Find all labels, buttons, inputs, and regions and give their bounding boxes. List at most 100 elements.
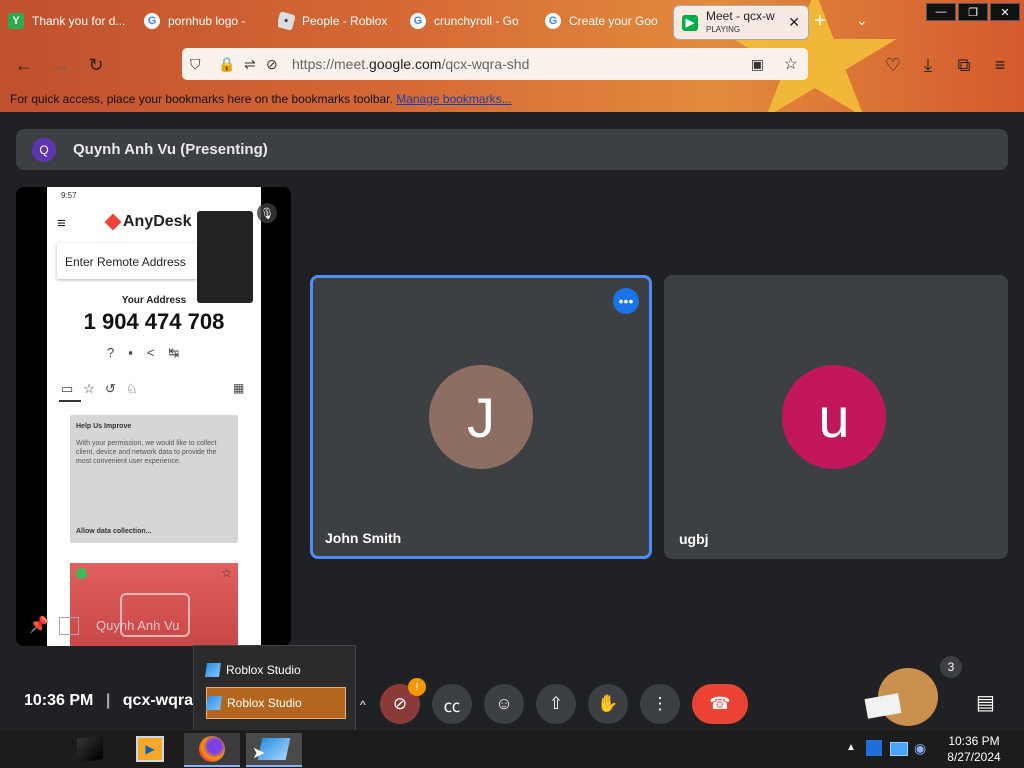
leave-call-button[interactable]: ☎ xyxy=(692,684,748,724)
reactions-button[interactable]: ☺ xyxy=(484,684,524,724)
meeting-code: qcx-wqra- xyxy=(122,692,199,709)
reload-icon[interactable]: ↻ xyxy=(85,54,107,76)
present-screen-icon: ⇧ xyxy=(548,694,564,713)
clock-time: 10:36 PM xyxy=(948,734,1000,748)
presenter-label: Quynh Anh Vu (Presenting) xyxy=(73,141,268,158)
extensions-icon[interactable]: ⧉ xyxy=(953,54,975,76)
firefox-icon xyxy=(199,736,225,762)
pocket-icon[interactable]: ♡ xyxy=(882,54,904,76)
presenter-avatar: Q xyxy=(32,138,56,162)
screen-share-tile[interactable]: 9:57 ≡ AnyDesk Enter Remote Address Your… xyxy=(16,187,291,646)
favorite-star-icon: ☆ xyxy=(221,566,232,580)
close-tab-icon[interactable]: ✕ xyxy=(788,14,800,31)
camera-off-icon: ⊘ xyxy=(392,694,408,713)
browser-chrome: Y Thank you for d... G pornhub logo - ▪ … xyxy=(0,0,1024,112)
new-tab-button[interactable]: + xyxy=(814,10,826,33)
participant-avatar: J xyxy=(429,365,533,469)
chat-icon[interactable]: ▤ xyxy=(976,690,995,715)
anydesk-title: AnyDesk xyxy=(123,213,192,230)
picture-in-picture-icon[interactable]: ▣ xyxy=(751,56,764,73)
participant-count-badge: 3 xyxy=(940,656,962,678)
taskbar-clock[interactable]: 10:36 PM 8/27/2024 xyxy=(944,733,1004,765)
emoji-icon: ☺ xyxy=(495,694,513,713)
downloads-icon[interactable]: ⤓ xyxy=(917,54,939,76)
back-arrow-icon[interactable]: ← xyxy=(13,54,35,76)
presentation-bar: Q Quynh Anh Vu (Presenting) xyxy=(16,129,1008,170)
list-tabs-chevron-icon[interactable]: ⌄ xyxy=(856,12,868,29)
meet-control-bar: 10:36 PM | qcx-wqra- ^ ⊘ ! ㏄ ☺ ⇧ ✋ ⋮ ☎ 3… xyxy=(0,652,1024,730)
volume-icon[interactable]: ◉ xyxy=(914,740,926,757)
forward-arrow-icon[interactable]: → xyxy=(50,54,72,76)
participant-name: ugbj xyxy=(679,531,709,547)
taskbar-app-cube[interactable] xyxy=(62,733,118,765)
warning-badge-icon: ! xyxy=(408,678,426,696)
url-bar[interactable]: ⛉ 🔒 ⇌ ⊘ https://meet.google.com/qcx-wqra… xyxy=(182,48,808,80)
google-icon: G xyxy=(144,13,160,29)
url-text[interactable]: https://meet.google.com/qcx-wqra-shd xyxy=(292,56,529,72)
tab-roblox-people[interactable]: ▪ People - Roblox xyxy=(278,6,398,36)
playing-indicator: PLAYING xyxy=(706,24,741,34)
taskbar-thumbnail-popup: Roblox Studio Roblox Studio xyxy=(193,645,356,732)
hang-up-icon: ☎ xyxy=(709,694,731,713)
mic-off-icon: 🎙 xyxy=(257,203,277,223)
card-title: Help Us Improve xyxy=(76,423,132,430)
remote-address-input[interactable]: Enter Remote Address xyxy=(57,243,197,279)
taskbar-roblox-studio[interactable]: ➤ xyxy=(246,733,302,767)
tab-underline xyxy=(59,400,81,402)
phone-screen: 9:57 ≡ AnyDesk Enter Remote Address Your… xyxy=(47,187,261,646)
tab-bar: Y Thank you for d... G pornhub logo - ▪ … xyxy=(0,0,1024,44)
minimize-button[interactable]: — xyxy=(926,3,956,21)
taskbar-firefox[interactable] xyxy=(184,733,240,767)
hamburger-icon: ≡ xyxy=(57,215,66,232)
tab-label: People - Roblox xyxy=(302,14,388,28)
anydesk-logo-icon xyxy=(104,213,122,231)
captions-icon: ㏄ xyxy=(443,696,461,716)
google-icon: G xyxy=(545,13,561,29)
window-title: Roblox Studio xyxy=(227,696,302,710)
phone-status-time: 9:57 xyxy=(61,191,77,200)
tab-meet-active[interactable]: ▶ Meet - qcx-w PLAYING ✕ xyxy=(673,5,809,40)
participant-tile-ugbj[interactable]: u ugbj xyxy=(664,275,1008,559)
fullscreen-icon[interactable] xyxy=(59,617,79,635)
allow-data-link: Allow data collection... xyxy=(76,528,152,535)
media-player-icon: ▶ xyxy=(136,736,164,762)
tray-overflow-icon[interactable]: ▲ xyxy=(846,742,856,753)
raise-hand-button[interactable]: ✋ xyxy=(588,684,628,724)
lock-icon[interactable]: 🔒 xyxy=(218,56,235,73)
network-icon[interactable] xyxy=(890,742,908,756)
participant-tile-john[interactable]: J John Smith ••• xyxy=(310,275,652,559)
captions-button[interactable]: ㏄ xyxy=(432,684,472,724)
chevron-up-icon[interactable]: ^ xyxy=(360,698,366,712)
clock-date: 8/27/2024 xyxy=(947,750,1001,764)
pin-icon[interactable]: 📌 xyxy=(29,615,49,635)
roblox-studio-icon xyxy=(205,663,221,677)
meeting-time: 10:36 PM xyxy=(24,692,94,709)
present-button[interactable]: ⇧ xyxy=(536,684,576,724)
shield-icon[interactable]: ⛉ xyxy=(190,56,201,73)
black-cube-icon xyxy=(77,735,103,763)
more-options-button[interactable]: ⋮ xyxy=(640,684,680,724)
close-window-button[interactable]: ✕ xyxy=(990,3,1020,21)
permissions-icon[interactable]: ⇌ xyxy=(244,56,256,73)
roblox-studio-window-2[interactable]: Roblox Studio xyxy=(206,687,346,719)
tab-thank-you[interactable]: Y Thank you for d... xyxy=(8,6,136,36)
tab-google-search-3[interactable]: G Create your Goo xyxy=(545,6,665,36)
tab-google-search-1[interactable]: G pornhub logo - xyxy=(144,6,264,36)
tray-app-icon[interactable] xyxy=(866,740,882,756)
hamster-sticker xyxy=(864,660,946,730)
your-address-label: Your Address xyxy=(121,295,187,306)
tab-label: Thank you for d... xyxy=(32,14,126,28)
camera-off-button[interactable]: ⊘ ! xyxy=(380,678,426,724)
menu-icon[interactable]: ≡ xyxy=(989,54,1011,76)
bookmark-star-icon[interactable]: ☆ xyxy=(784,54,798,74)
roblox-studio-window-1[interactable]: Roblox Studio xyxy=(205,655,344,685)
meet-pip-thumbnail xyxy=(197,211,253,303)
camera-off-icon[interactable]: ⊘ xyxy=(266,56,278,73)
restore-button[interactable]: ❐ xyxy=(958,3,988,21)
participant-name: John Smith xyxy=(325,530,402,546)
roblox-studio-icon xyxy=(206,696,222,710)
taskbar-media-player[interactable]: ▶ xyxy=(122,733,178,765)
more-options-icon[interactable]: ••• xyxy=(613,288,639,314)
manage-bookmarks-link[interactable]: Manage bookmarks... xyxy=(396,92,511,106)
tab-google-search-2[interactable]: G crunchyroll - Go xyxy=(410,6,530,36)
